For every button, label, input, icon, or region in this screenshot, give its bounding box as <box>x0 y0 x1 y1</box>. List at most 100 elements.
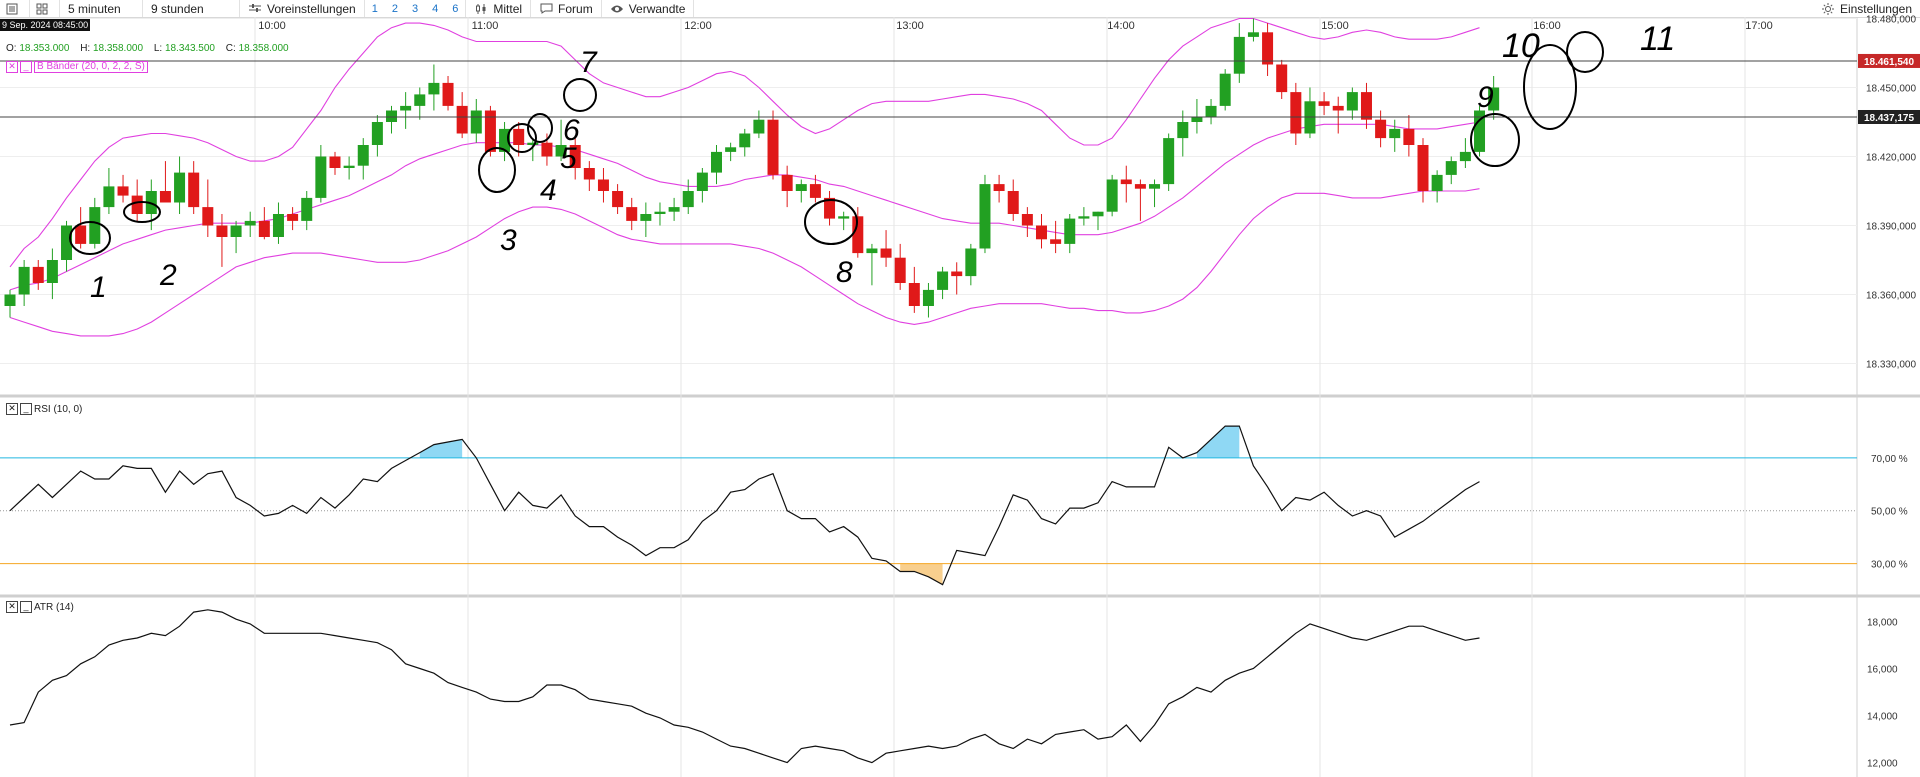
candle-down <box>32 266 44 283</box>
candle-up <box>386 110 398 122</box>
candle-down <box>993 184 1005 191</box>
annotation-number: 1 <box>90 271 107 304</box>
candle-down <box>513 128 525 145</box>
price-axis-label: 18.390,000 <box>1866 222 1916 233</box>
candle-down <box>1134 184 1146 189</box>
time-label: 15:00 <box>1321 20 1349 32</box>
candle-up <box>795 184 807 191</box>
candle-down <box>329 156 341 168</box>
open-value: 18.353.000 <box>19 43 70 54</box>
candles <box>4 18 1500 318</box>
atr-legend-label: ATR (14) <box>34 601 74 613</box>
candle-up <box>668 207 680 212</box>
candle-up <box>1191 117 1203 122</box>
atr-panel <box>9 609 1480 764</box>
value-axes: 18.461,540 18.437,175 18.480,000 18.450,000… <box>1858 15 1920 770</box>
price-tag-label: 18.437,175 <box>1864 113 1914 124</box>
high-value: 18.358.000 <box>92 43 144 54</box>
annotation-number: 6 <box>563 114 580 147</box>
time-label: 11:00 <box>472 20 499 32</box>
candle-up <box>739 133 751 148</box>
candle-down <box>612 191 624 208</box>
minimize-icon[interactable]: _ <box>20 403 32 415</box>
candle-down <box>1262 32 1274 65</box>
atr-axis-label: 16,000 <box>1867 665 1898 676</box>
low-label: L: <box>153 43 163 54</box>
time-label: 14:00 <box>1107 20 1135 32</box>
candle-down <box>258 220 270 237</box>
candle-up <box>1106 179 1118 212</box>
candle-up <box>18 266 30 295</box>
candle-down <box>287 214 299 221</box>
candle-up <box>1064 218 1076 244</box>
candle-up <box>682 191 694 208</box>
annotation-number: 8 <box>836 256 853 289</box>
candle-down <box>1332 105 1344 111</box>
candle-up <box>527 142 539 145</box>
candle-up <box>103 186 115 208</box>
candle-down <box>880 248 892 258</box>
candle-down <box>894 257 906 283</box>
grid: 10:00 11:00 12:00 13:00 14:00 15:00 16:00 17:00 <box>0 17 1920 777</box>
time-label: 12:00 <box>684 20 712 32</box>
close-icon[interactable]: ✕ <box>6 61 18 73</box>
candle-down <box>1375 119 1387 139</box>
candle-up <box>1431 174 1443 191</box>
candle-up <box>1163 138 1175 185</box>
candle-down <box>456 105 468 134</box>
candle-up <box>922 289 934 306</box>
candle-down <box>1290 92 1302 134</box>
candle-down <box>1021 214 1033 226</box>
minimize-icon[interactable]: _ <box>20 601 32 613</box>
candle-up <box>1389 128 1401 139</box>
candle-up <box>1092 211 1104 217</box>
time-label: 10:00 <box>258 20 286 32</box>
rsi-overbought-fill <box>1196 426 1240 458</box>
atr-axis-label: 12,000 <box>1867 759 1898 770</box>
candle-up <box>46 260 58 283</box>
candle-up <box>315 156 327 198</box>
candle-down <box>541 142 553 157</box>
annotation-circle <box>563 78 597 112</box>
rsi-panel <box>0 425 1857 586</box>
rsi-axis-label: 70,00 % <box>1871 454 1908 465</box>
candle-up <box>272 214 284 237</box>
candle-up <box>1149 184 1161 189</box>
annotation-number: 10 <box>1502 27 1540 65</box>
minimize-icon[interactable]: _ <box>20 61 32 73</box>
close-icon[interactable]: ✕ <box>6 601 18 613</box>
chart-svg[interactable]: 10:00 11:00 12:00 13:00 14:00 15:00 16:00 17:00… <box>0 0 1920 777</box>
candle-up <box>174 172 186 203</box>
atr-axis-label: 14,000 <box>1867 712 1898 723</box>
candle-down <box>75 225 87 244</box>
candle-down <box>1417 145 1429 191</box>
candle-down <box>1050 239 1062 244</box>
candle-up <box>428 82 440 95</box>
candle-up <box>414 94 426 106</box>
bollinger-legend: ✕ _ B Bänder (20, 0, 2, 2, S) <box>6 61 148 73</box>
candle-up <box>1445 161 1457 175</box>
candle-down <box>442 82 454 106</box>
candle-up <box>1247 32 1259 37</box>
close-value: 18.358.000 <box>238 43 289 54</box>
candle-up <box>1459 151 1471 162</box>
price-axis-label: 18.420,000 <box>1866 153 1916 164</box>
high-label: H: <box>80 43 91 54</box>
rsi-legend: ✕ _ RSI (10, 0) <box>6 403 82 415</box>
candle-down <box>202 207 214 226</box>
annotation-number: 4 <box>540 174 557 207</box>
bollinger-bands <box>9 17 1480 337</box>
candle-up <box>640 214 652 221</box>
price-axis-label: 18.450,000 <box>1866 84 1916 95</box>
candle-up <box>1177 122 1189 139</box>
candle-down <box>1318 101 1330 106</box>
annotation-number: 9 <box>1477 81 1494 114</box>
candle-down <box>583 168 595 180</box>
price-axis-label: 18.360,000 <box>1866 291 1916 302</box>
annotation-circle <box>1566 31 1604 73</box>
close-icon[interactable]: ✕ <box>6 403 18 415</box>
time-label: 13:00 <box>896 20 924 32</box>
rsi-axis-label: 50,00 % <box>1871 507 1908 518</box>
bollinger-legend-label: B Bänder (20, 0, 2, 2, S) <box>34 61 148 73</box>
annotation-number: 3 <box>500 224 517 257</box>
